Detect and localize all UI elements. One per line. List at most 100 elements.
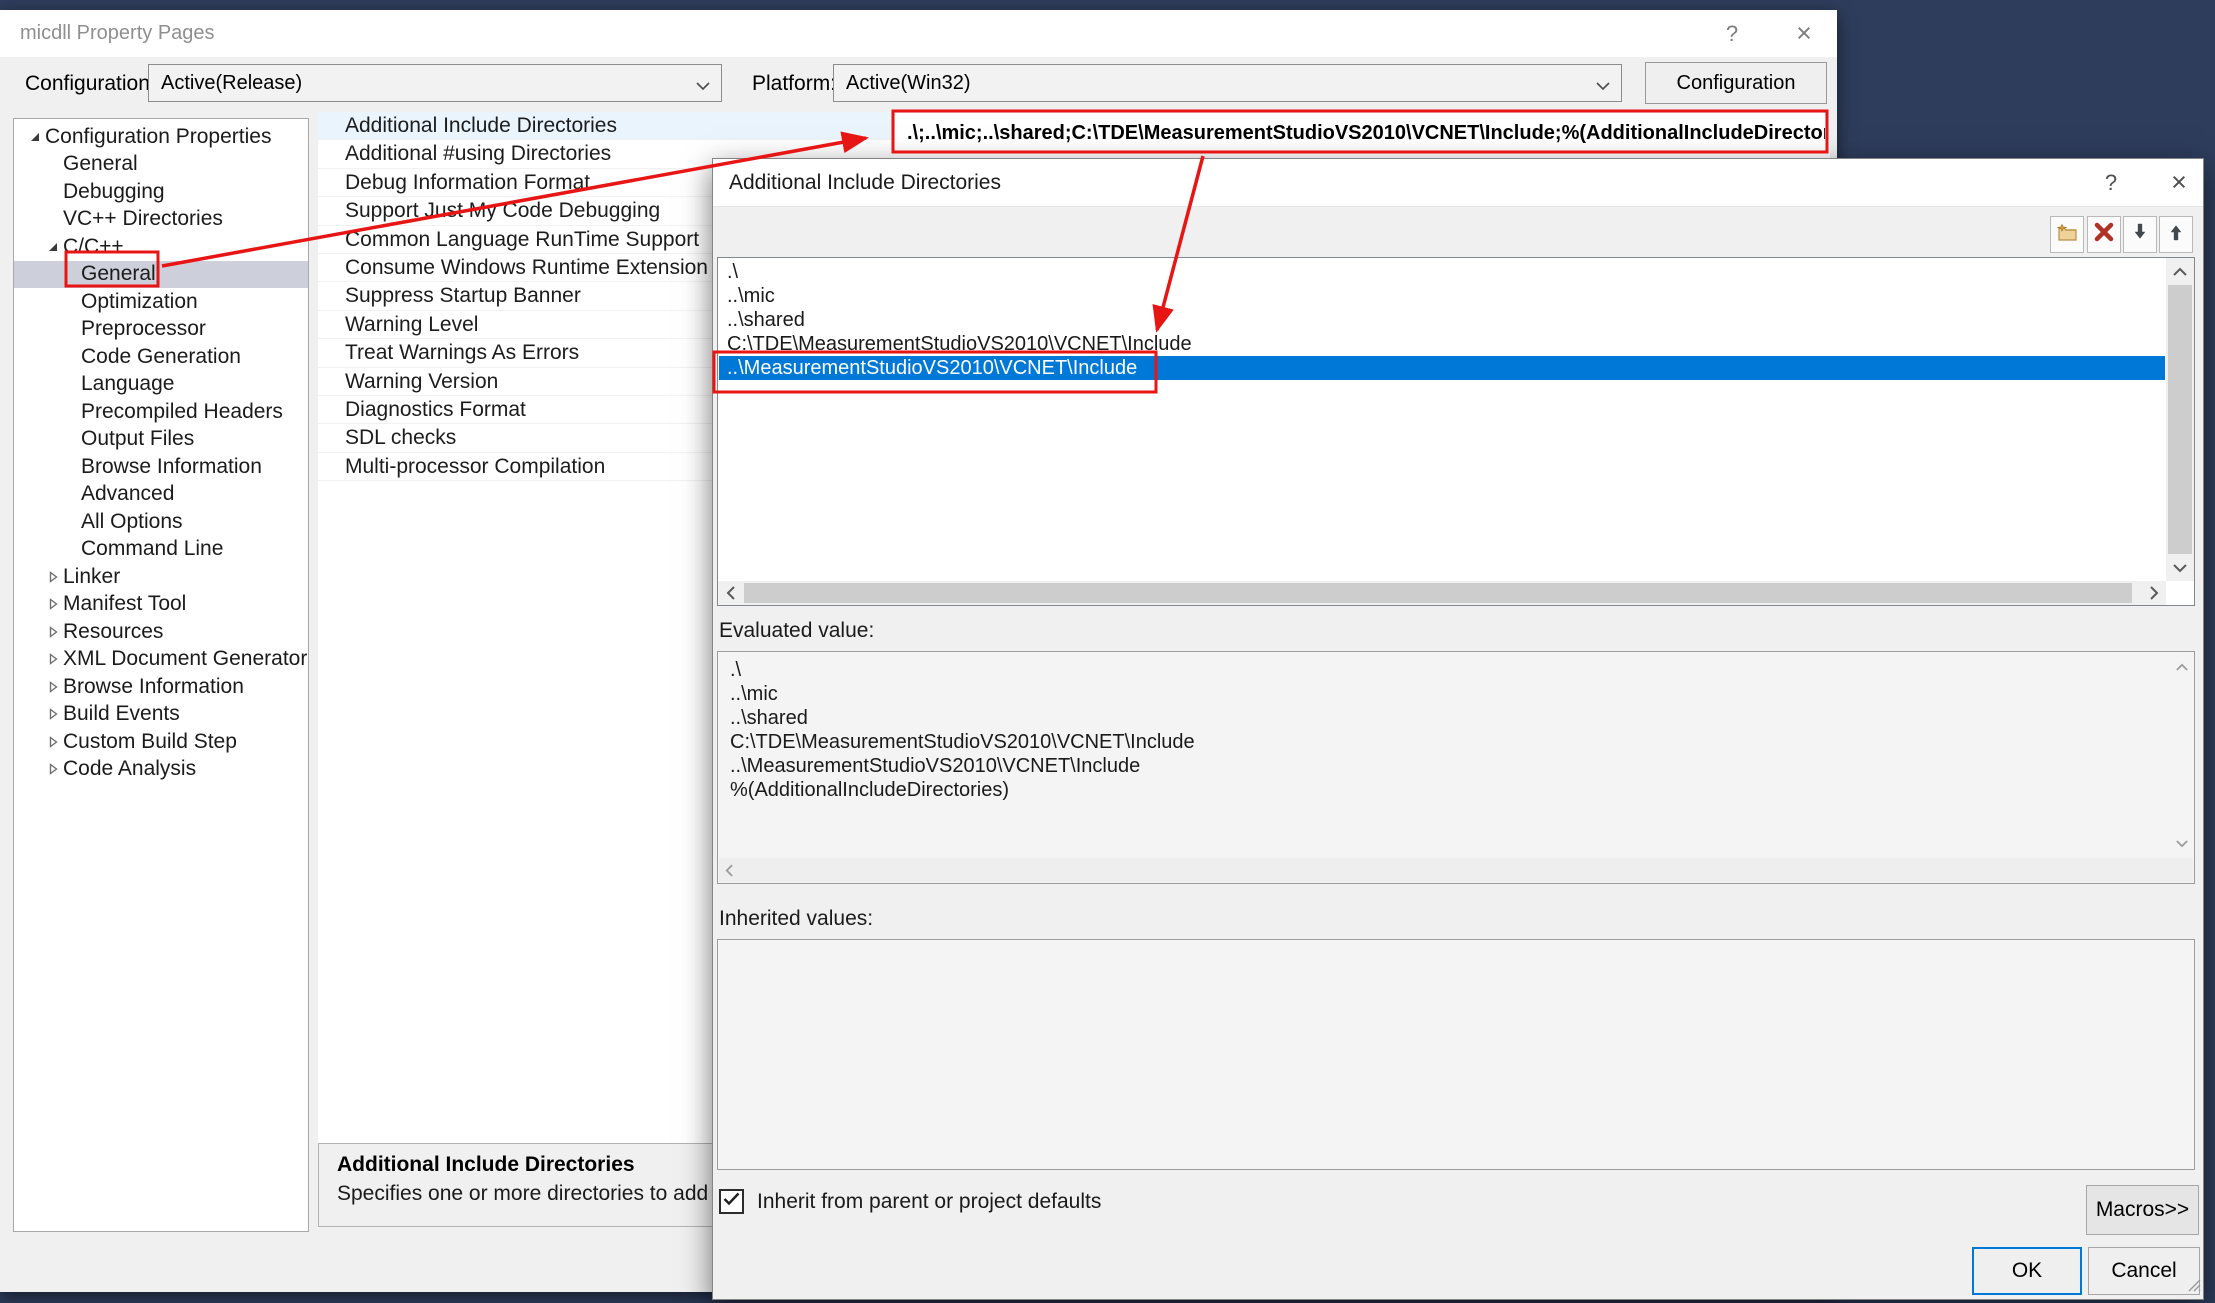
tree-item-optimization[interactable]: Optimization — [14, 288, 308, 316]
tree-item-general[interactable]: General — [14, 151, 308, 179]
tree-item-label: Output Files — [81, 427, 194, 451]
arrow-down-icon — [2130, 221, 2150, 248]
tree-indent — [60, 398, 81, 425]
tree-item-xml-document-generator[interactable]: XML Document Generator — [14, 646, 308, 674]
tree-item-configuration-properties[interactable]: Configuration Properties — [14, 123, 308, 151]
tree-item-label: C/C++ — [63, 235, 124, 259]
tree-indent — [60, 426, 81, 453]
tree-item-label: General — [63, 152, 138, 176]
tree-item-all-options[interactable]: All Options — [14, 508, 308, 536]
evaluated-line: .\ — [730, 658, 2164, 682]
evaluated-line: ..\MeasurementStudioVS2010\VCNET\Include — [730, 754, 2164, 778]
tree-item-preprocessor[interactable]: Preprocessor — [14, 316, 308, 344]
tree-item-code-analysis[interactable]: Code Analysis — [14, 756, 308, 784]
tree-item-precompiled-headers[interactable]: Precompiled Headers — [14, 398, 308, 426]
scrollbar-thumb[interactable] — [2168, 285, 2192, 554]
resize-grip[interactable] — [2186, 1277, 2201, 1297]
include-directories-listbox: .\..\mic..\sharedC:\TDE\MeasurementStudi… — [717, 257, 2195, 606]
close-icon[interactable]: × — [2161, 159, 2197, 206]
move-down-button[interactable] — [2123, 216, 2157, 253]
configuration-dropdown[interactable]: Active(Release) — [148, 64, 722, 102]
macros-button[interactable]: Macros>> — [2086, 1185, 2199, 1235]
horizontal-scrollbar[interactable] — [719, 858, 2193, 882]
scroll-up-icon[interactable] — [2166, 258, 2194, 284]
chevron-down-icon — [1596, 78, 1610, 96]
collapsed-triangle-icon[interactable] — [42, 728, 63, 755]
collapsed-triangle-icon[interactable] — [42, 618, 63, 645]
tree-indent — [60, 343, 81, 370]
tree-item-resources[interactable]: Resources — [14, 618, 308, 646]
ok-button[interactable]: OK — [1972, 1247, 2082, 1295]
tree-item-command-line[interactable]: Command Line — [14, 536, 308, 564]
scroll-down-icon[interactable] — [2176, 835, 2188, 853]
expanded-triangle-icon[interactable] — [42, 233, 63, 260]
collapsed-triangle-icon[interactable] — [42, 673, 63, 700]
inherit-checkbox-label[interactable]: Inherit from parent or project defaults — [757, 1190, 1101, 1214]
include-directory-item[interactable]: .\ — [719, 260, 2165, 284]
inherited-values-box[interactable] — [717, 939, 2195, 1170]
help-icon[interactable]: ? — [2093, 159, 2129, 206]
tree-item-general[interactable]: General — [14, 261, 308, 289]
move-up-button[interactable] — [2159, 216, 2193, 253]
tree-item-debugging[interactable]: Debugging — [14, 178, 308, 206]
new-folder-icon — [2055, 221, 2079, 248]
tree-item-advanced[interactable]: Advanced — [14, 481, 308, 509]
help-icon[interactable]: ? — [1714, 10, 1750, 57]
config-tree: Configuration PropertiesGeneralDebugging… — [13, 118, 309, 1232]
arrow-up-icon — [2166, 221, 2186, 248]
collapsed-triangle-icon[interactable] — [42, 563, 63, 590]
new-line-button[interactable] — [2050, 216, 2084, 253]
tree-item-label: Code Analysis — [63, 757, 196, 781]
tree-indent — [60, 481, 81, 508]
collapsed-triangle-icon[interactable] — [42, 646, 63, 673]
include-directory-item[interactable]: C:\TDE\MeasurementStudioVS2010\VCNET\Inc… — [719, 332, 2165, 356]
tree-item-linker[interactable]: Linker — [14, 563, 308, 591]
tree-item-label: Code Generation — [81, 345, 241, 369]
tree-item-label: Precompiled Headers — [81, 400, 283, 424]
inherit-checkbox[interactable] — [719, 1189, 744, 1214]
cancel-button[interactable]: Cancel — [2088, 1247, 2200, 1295]
tree-indent — [60, 536, 81, 563]
evaluated-line: ..\mic — [730, 682, 2164, 706]
horizontal-scrollbar[interactable] — [718, 581, 2166, 605]
tree-item-browse-information[interactable]: Browse Information — [14, 673, 308, 701]
include-directory-item[interactable]: ..\mic — [719, 284, 2165, 308]
property-value-field[interactable]: .\;..\mic;..\shared;C:\TDE\MeasurementSt… — [895, 113, 1825, 153]
configuration-manager-button[interactable]: Configuration Manager... — [1645, 62, 1827, 104]
vertical-scrollbar[interactable] — [2166, 258, 2194, 581]
collapsed-triangle-icon[interactable] — [42, 591, 63, 618]
scroll-right-icon[interactable] — [2142, 581, 2166, 605]
expanded-triangle-icon[interactable] — [24, 123, 45, 150]
evaluated-line: %(AdditionalIncludeDirectories) — [730, 778, 2164, 802]
delete-button[interactable] — [2087, 216, 2121, 253]
chevron-down-icon — [696, 78, 710, 96]
collapsed-triangle-icon[interactable] — [42, 756, 63, 783]
platform-dropdown[interactable]: Active(Win32) — [833, 64, 1622, 102]
tree-item-label: Optimization — [81, 290, 198, 314]
scroll-down-icon[interactable] — [2166, 555, 2194, 581]
tree-item-manifest-tool[interactable]: Manifest Tool — [14, 591, 308, 619]
scroll-left-icon — [725, 864, 733, 877]
tree-item-label: VC++ Directories — [63, 207, 223, 231]
include-directory-item[interactable]: ..\MeasurementStudioVS2010\VCNET\Include — [719, 356, 2165, 380]
tree-item-browse-information[interactable]: Browse Information — [14, 453, 308, 481]
tree-item-output-files[interactable]: Output Files — [14, 426, 308, 454]
tree-item-label: Resources — [63, 620, 163, 644]
scrollbar-thumb[interactable] — [744, 583, 2132, 603]
scroll-left-icon[interactable] — [718, 581, 742, 605]
tree-item-build-events[interactable]: Build Events — [14, 701, 308, 729]
tree-item-c-c[interactable]: C/C++ — [14, 233, 308, 261]
scroll-up-icon[interactable] — [2176, 658, 2188, 676]
tree-item-label: Command Line — [81, 537, 223, 561]
tree-item-label: General — [81, 262, 156, 286]
tree-item-language[interactable]: Language — [14, 371, 308, 399]
tree-item-vc-directories[interactable]: VC++ Directories — [14, 206, 308, 234]
tree-item-custom-build-step[interactable]: Custom Build Step — [14, 728, 308, 756]
close-icon[interactable]: × — [1786, 10, 1822, 57]
tree-item-label: Browse Information — [81, 455, 262, 479]
collapsed-triangle-icon[interactable] — [42, 701, 63, 728]
include-list: .\..\mic..\sharedC:\TDE\MeasurementStudi… — [719, 260, 2165, 380]
tree-indent — [60, 261, 81, 288]
include-directory-item[interactable]: ..\shared — [719, 308, 2165, 332]
tree-item-code-generation[interactable]: Code Generation — [14, 343, 308, 371]
